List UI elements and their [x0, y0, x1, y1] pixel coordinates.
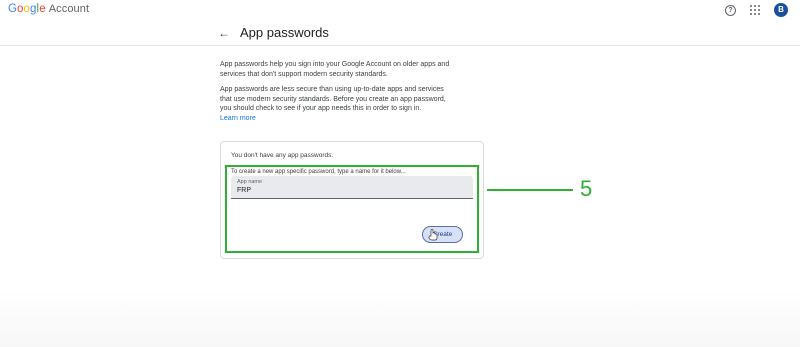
- step-number: 5: [580, 176, 593, 201]
- apps-grid-icon[interactable]: [750, 5, 760, 15]
- learn-more-link[interactable]: Learn more: [220, 115, 256, 122]
- intro-text: App passwords help you sign into your Go…: [220, 60, 455, 123]
- back-arrow-icon[interactable]: ←: [218, 26, 230, 40]
- top-bar: Google Account ? B: [0, 0, 800, 46]
- app-name-label: App name: [237, 179, 263, 185]
- app-name-input[interactable]: App name FRP: [231, 176, 473, 199]
- mouse-pointer-icon: [428, 229, 438, 241]
- google-account-logo[interactable]: Google Account: [8, 3, 89, 15]
- page-header: ← App passwords: [218, 25, 329, 40]
- background-decoration: [0, 290, 800, 347]
- account-label: Account: [48, 3, 90, 15]
- page-title: App passwords: [240, 25, 329, 40]
- intro-paragraph-1: App passwords help you sign into your Go…: [220, 61, 450, 78]
- no-passwords-message: You don't have any app passwords.: [231, 152, 334, 159]
- callout-line: [487, 189, 573, 191]
- google-wordmark: Google: [8, 3, 46, 15]
- create-description: To create a new app specific password, t…: [231, 169, 406, 175]
- app-name-value[interactable]: FRP: [237, 187, 251, 194]
- help-icon[interactable]: ?: [725, 4, 736, 16]
- intro-paragraph-2: App passwords are less secure than using…: [220, 86, 446, 112]
- avatar[interactable]: B: [774, 3, 788, 17]
